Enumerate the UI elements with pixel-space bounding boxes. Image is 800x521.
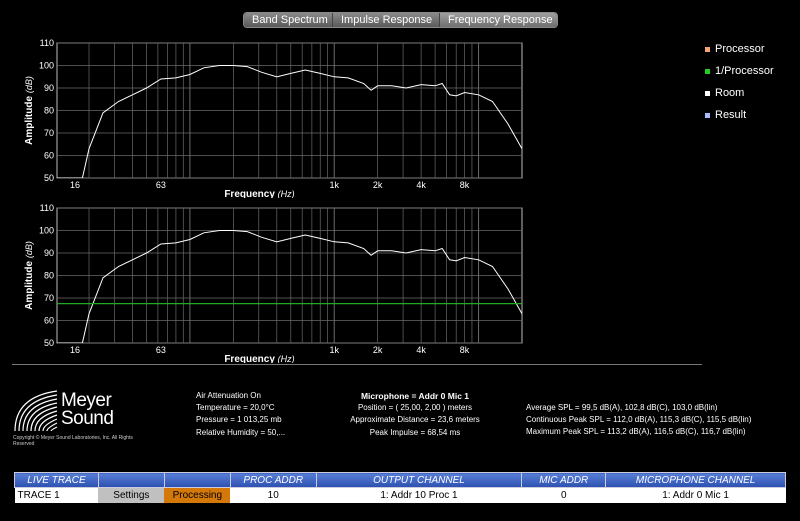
chart-svg: 50 60 70 80 90 100 110 16 63 1k 2k 4k 8k Frequency (H… <box>24 38 523 198</box>
legend-item-room[interactable]: Room <box>705 82 774 104</box>
y-tick-label: 70 <box>44 293 54 303</box>
room-swatch <box>705 90 710 96</box>
y-tick-label: 90 <box>44 83 54 93</box>
header-live-trace: LIVE TRACE <box>14 472 99 488</box>
x-tick-label: 4k <box>416 345 426 355</box>
air-attenuation: Air Attenuation On <box>196 391 261 400</box>
header-mic-addr: MIC ADDR <box>521 472 607 488</box>
chart-svg: 50 60 70 80 90 100 110 16 63 1k 2k 4k 8k Frequency (H… <box>24 203 523 363</box>
header-output-channel: OUTPUT CHANNEL <box>315 472 523 488</box>
trace-legend: Processor 1/Processor Room Result <box>705 38 774 126</box>
atmosphere-info: Air Attenuation On Temperature = 20,0°C … <box>196 390 285 439</box>
y-tick-label: 90 <box>44 248 54 258</box>
y-tick-label: 110 <box>40 203 54 213</box>
y-tick-label: 60 <box>44 316 54 326</box>
table-header-row: LIVE TRACE PROC ADDR OUTPUT CHANNEL MIC … <box>14 472 786 488</box>
x-tick-label: 2k <box>373 180 383 190</box>
average-spl: Average SPL = 99,5 dB(A), 102,8 dB(C), 1… <box>526 403 718 412</box>
spl-info: Average SPL = 99,5 dB(A), 102,8 dB(C), 1… <box>526 402 751 439</box>
maximum-peak-spl: Maximum Peak SPL = 113,2 dB(A), 116,5 dB… <box>526 427 746 437</box>
mic-addr-cell: 0 <box>521 487 606 503</box>
header-processing <box>163 472 231 488</box>
tab-band-spectrum[interactable]: Band Spectrum <box>244 13 333 27</box>
y-tick-label: 80 <box>44 271 54 281</box>
x-tick-label: 8k <box>460 180 470 190</box>
x-tick-label: 16 <box>70 180 80 190</box>
legend-item-inverse-processor[interactable]: 1/Processor <box>705 60 774 82</box>
x-tick-label: 1k <box>329 180 339 190</box>
output-channel-cell[interactable]: 1: Addr 10 Proc 1 <box>316 487 522 503</box>
processor-swatch <box>705 46 710 52</box>
tab-impulse-response[interactable]: Impulse Response <box>333 13 440 27</box>
y-tick-label: 50 <box>44 173 54 183</box>
meyer-sound-logo: Meyer Sound Copyright © Meyer Sound Labor… <box>13 389 133 449</box>
y-tick-label: 100 <box>39 61 54 71</box>
y-axis-title: Amplitude (dB) <box>24 76 35 145</box>
y-tick-label: 60 <box>44 151 54 161</box>
y-tick-label: 70 <box>44 128 54 138</box>
header-settings <box>97 472 165 488</box>
mic-distance: Approximate Distance = 23,6 meters <box>350 415 480 425</box>
microphone-info: Microphone = Addr 0 Mic 1 Position = ( 2… <box>340 390 490 439</box>
y-tick-label: 50 <box>44 338 54 348</box>
trace-name[interactable]: TRACE 1 <box>14 487 99 503</box>
legend-item-result[interactable]: Result <box>705 104 774 126</box>
legend-label: Processor <box>715 43 765 55</box>
x-tick-label: 1k <box>329 345 339 355</box>
processing-button[interactable]: Processing <box>164 487 231 503</box>
legend-item-processor[interactable]: Processor <box>705 38 774 60</box>
x-tick-label: 8k <box>460 345 470 355</box>
header-proc-addr: PROC ADDR <box>229 472 317 488</box>
tab-frequency-response[interactable]: Frequency Response <box>440 13 557 27</box>
temperature: Temperature = 20,0°C <box>196 403 275 413</box>
logo-copyright: Copyright © Meyer Sound Laboratories, In… <box>13 435 133 447</box>
x-axis-title: Frequency (Hz) <box>224 189 294 198</box>
microphone-title: Microphone = Addr 0 Mic 1 <box>360 391 470 401</box>
header-microphone-channel: MICROPHONE CHANNEL <box>605 472 786 488</box>
peak-impulse: Peak Impulse = 68,54 ms <box>369 427 461 437</box>
y-axis-title: Amplitude (dB) <box>24 241 35 310</box>
legend-label: Result <box>715 109 747 121</box>
x-tick-label: 63 <box>156 345 166 355</box>
inverse-processor-swatch <box>705 68 710 74</box>
x-tick-label: 2k <box>373 345 383 355</box>
mic-channel-cell[interactable]: 1: Addr 0 Mic 1 <box>605 487 786 503</box>
view-tabs: Band Spectrum Impulse Response Frequency… <box>243 12 558 28</box>
relative-humidity: Relative Humidity = 50,... <box>196 427 286 437</box>
pressure: Pressure = 1 013,25 mb <box>196 415 282 425</box>
frequency-chart-bottom: 50 60 70 80 90 100 110 16 63 1k 2k 4k 8k Frequency (H… <box>0 203 530 363</box>
mic-position: Position = ( 25,00, 2,00 ) meters <box>357 403 473 413</box>
y-tick-label: 110 <box>40 38 54 48</box>
legend-label: 1/Processor <box>715 65 774 77</box>
frequency-chart-top: 50 60 70 80 90 100 110 16 63 1k 2k 4k 8k Frequency (H… <box>0 38 530 198</box>
x-tick-label: 4k <box>416 180 426 190</box>
proc-addr-cell: 10 <box>230 487 317 503</box>
x-tick-label: 63 <box>156 180 166 190</box>
live-trace-table: LIVE TRACE PROC ADDR OUTPUT CHANNEL MIC … <box>14 472 786 503</box>
settings-button[interactable]: Settings <box>98 487 165 503</box>
logo-wordmark: Meyer Sound <box>61 390 114 429</box>
continuous-peak-spl: Continuous Peak SPL = 112,0 dB(A), 115,3… <box>526 415 752 425</box>
x-axis-title: Frequency (Hz) <box>224 354 294 363</box>
y-tick-label: 80 <box>44 106 54 116</box>
result-swatch <box>705 112 710 118</box>
meyer-sound-logo-icon <box>14 390 58 432</box>
legend-label: Room <box>715 87 745 99</box>
table-row[interactable]: TRACE 1 Settings Processing 10 1: Addr 1… <box>14 487 786 503</box>
y-tick-label: 100 <box>39 226 54 236</box>
section-divider <box>12 364 702 365</box>
x-tick-label: 16 <box>70 345 80 355</box>
